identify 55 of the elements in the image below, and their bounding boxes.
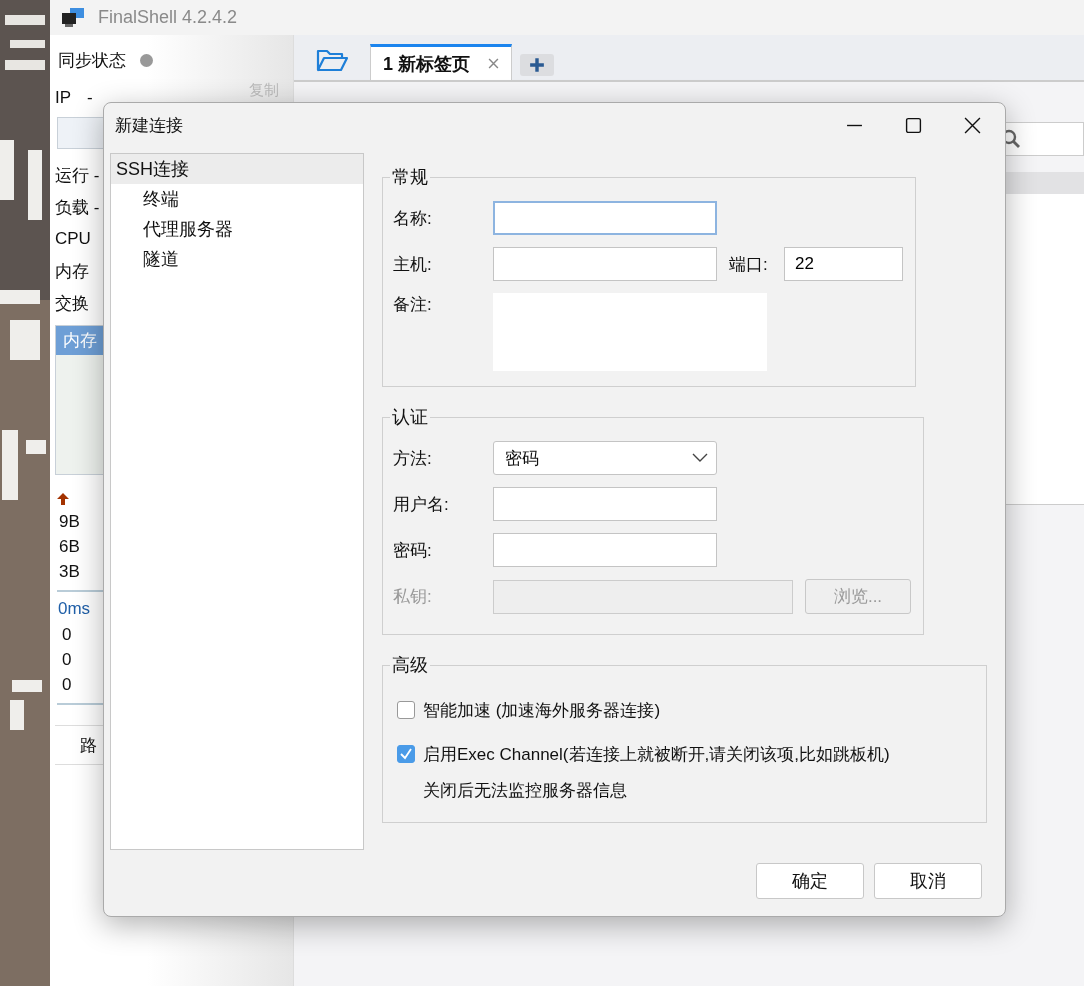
group-title: 认证	[391, 406, 429, 429]
latency-label: 0ms	[57, 598, 92, 620]
close-icon[interactable]	[964, 116, 981, 134]
ok-button[interactable]: 确定	[756, 863, 864, 899]
sync-label: 同步状态	[58, 49, 126, 72]
input-field[interactable]	[493, 201, 717, 235]
maximize-icon[interactable]	[905, 116, 922, 134]
add-tab-button[interactable]	[520, 54, 554, 76]
chevron-down-icon	[692, 453, 708, 463]
checkbox[interactable]	[397, 745, 415, 763]
cancel-button[interactable]: 取消	[874, 863, 982, 899]
folder-icon[interactable]	[316, 48, 348, 72]
field-label: 主机:	[393, 253, 433, 276]
input-field[interactable]	[493, 247, 717, 281]
field-label: 方法:	[393, 447, 433, 470]
ip-label: IP	[55, 88, 72, 108]
traffic-label: 6B	[58, 536, 81, 558]
stat-label: 运行 -	[55, 164, 100, 187]
tree-item[interactable]: 隧道	[111, 244, 363, 274]
plus-icon	[529, 57, 545, 73]
tab[interactable]: 1 新标签页	[370, 44, 512, 80]
field-label: 端口:	[729, 253, 769, 276]
tree-item[interactable]: 代理服务器	[111, 214, 363, 244]
ping-value: 0	[61, 649, 73, 671]
stat-label: 交换	[55, 292, 89, 315]
group-title: 高级	[391, 654, 429, 677]
tree-item[interactable]: 终端	[111, 184, 363, 214]
traffic-label: 9B	[58, 511, 81, 533]
ip-value: -	[87, 88, 93, 108]
dropdown[interactable]: 密码	[493, 441, 717, 475]
field-label: 名称:	[393, 207, 433, 230]
checkbox-label: 智能加速 (加速海外服务器连接)	[423, 699, 661, 722]
dialog-title: 新建连接	[115, 114, 183, 137]
path-tab[interactable]: 路	[80, 733, 97, 757]
group-title: 常规	[391, 166, 429, 189]
ping-value: 0	[61, 674, 73, 696]
input-field[interactable]	[493, 533, 717, 567]
ping-value: 0	[61, 624, 73, 646]
checkbox[interactable]	[397, 701, 415, 719]
stat-label: 内存	[55, 260, 89, 283]
field-label: 备注:	[393, 294, 433, 316]
input-field[interactable]	[493, 487, 717, 521]
hint-text: 关闭后无法监控服务器信息	[423, 781, 627, 800]
traffic-label: 3B	[58, 561, 81, 583]
window-title: FinalShell 4.2.4.2	[98, 7, 238, 28]
field-label: 私钥:	[393, 586, 433, 608]
input-field[interactable]: 22	[784, 247, 903, 281]
field-label: 用户名:	[393, 493, 450, 516]
stat-label: CPU	[55, 229, 91, 249]
checkbox-label: 启用Exec Channel(若连接上就被断开,请关闭该项,比如跳板机)	[423, 743, 890, 766]
field-label: 密码:	[393, 539, 433, 562]
computer-icon	[62, 7, 84, 28]
stat-label: 负载 -	[55, 196, 100, 219]
up-arrow-icon	[57, 493, 69, 505]
tree-item[interactable]: SSH连接	[111, 154, 363, 184]
